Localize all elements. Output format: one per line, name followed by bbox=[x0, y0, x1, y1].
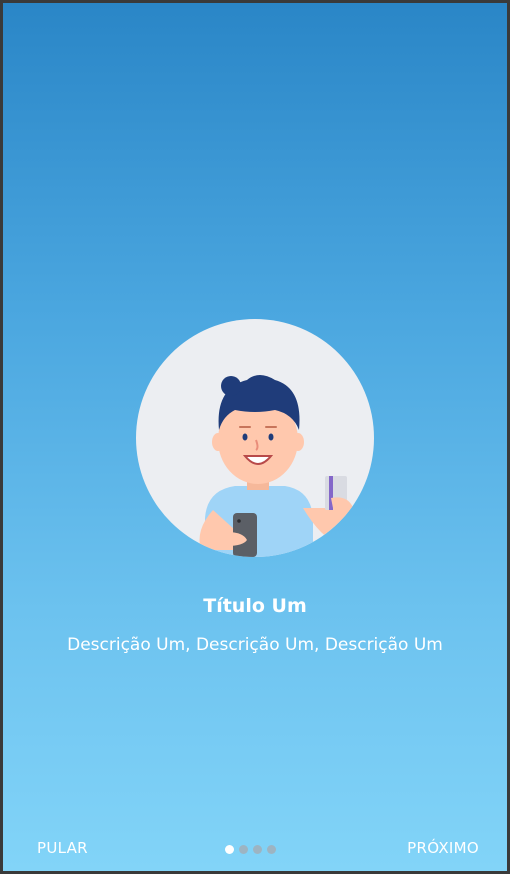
page-dot-3[interactable] bbox=[253, 845, 262, 854]
onboarding-title: Título Um bbox=[203, 595, 307, 617]
page-indicator bbox=[225, 845, 276, 855]
onboarding-footer: PULAR PRÓXIMO bbox=[3, 831, 507, 871]
onboarding-screen: Título Um Descrição Um, Descrição Um, De… bbox=[3, 3, 507, 871]
page-dot-4[interactable] bbox=[267, 845, 276, 854]
page-dot-2[interactable] bbox=[239, 845, 248, 854]
page-dot-1[interactable] bbox=[225, 845, 234, 854]
person-illustration bbox=[135, 318, 375, 558]
next-button[interactable]: PRÓXIMO bbox=[407, 839, 479, 857]
skip-button[interactable]: PULAR bbox=[37, 839, 88, 857]
onboarding-description: Descrição Um, Descrição Um, Descrição Um bbox=[67, 635, 443, 655]
